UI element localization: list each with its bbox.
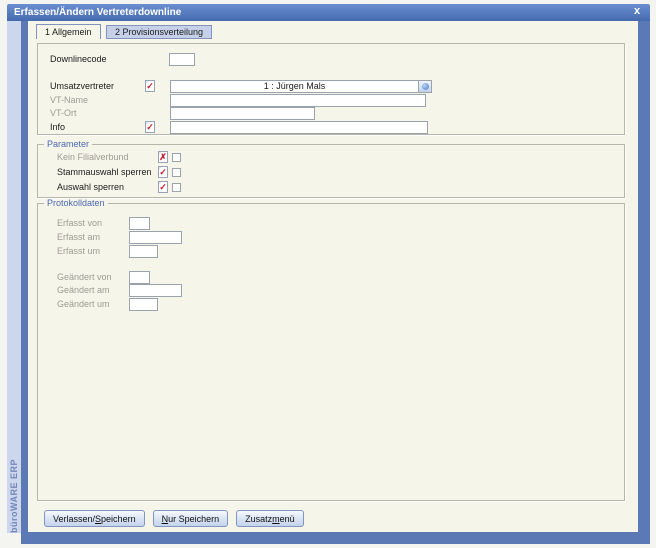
umsatzvertreter-combobox[interactable]: 1 : Jürgen Mals bbox=[170, 80, 432, 93]
dropdown-button[interactable] bbox=[418, 81, 431, 92]
erfasst-um-input[interactable] bbox=[129, 245, 158, 258]
kein-filialverbund-label: Kein Filialverbund bbox=[57, 152, 129, 163]
geaendert-am-label: Geändert am bbox=[57, 285, 110, 296]
tab-allgemein[interactable]: 1 Allgemein bbox=[36, 24, 101, 39]
field-mark-icon[interactable]: ✓ bbox=[145, 80, 155, 92]
umsatzvertreter-value: 1 : Jürgen Mals bbox=[171, 81, 418, 92]
button-row: Verlassen/Speichern Nur Speichern Zusatz… bbox=[44, 510, 304, 527]
info-label: Info bbox=[50, 122, 65, 133]
verlassen-speichern-button[interactable]: Verlassen/Speichern bbox=[44, 510, 145, 527]
window-title: Erfassen/Ändern Vertreterdownline bbox=[14, 7, 181, 18]
vt-ort-label: VT-Ort bbox=[50, 108, 77, 119]
erfasst-von-label: Erfasst von bbox=[57, 218, 102, 229]
field-mark-icon[interactable]: ✓ bbox=[145, 121, 155, 133]
geaendert-von-input[interactable] bbox=[129, 271, 150, 284]
info-input[interactable] bbox=[170, 121, 428, 134]
stammauswahl-sperren-checkbox[interactable] bbox=[172, 168, 181, 177]
content-panel: 1 Allgemein 2 Provisionsverteilung Downl… bbox=[28, 21, 638, 532]
auswahl-sperren-checkbox[interactable] bbox=[172, 183, 181, 192]
umsatzvertreter-label: Umsatzvertreter bbox=[50, 81, 114, 92]
brand-sidebar: büroWARE ERP bbox=[7, 21, 21, 533]
brand-label: büroWARE ERP bbox=[9, 31, 19, 533]
groupbox-parameter: Parameter Kein Filialverbund ✗ Stammausw… bbox=[37, 144, 625, 198]
kein-filialverbund-checkbox[interactable] bbox=[172, 153, 181, 162]
nur-speichern-button[interactable]: Nur Speichern bbox=[153, 510, 229, 527]
stammauswahl-sperren-label: Stammauswahl sperren bbox=[57, 167, 152, 178]
close-icon[interactable]: x bbox=[631, 5, 643, 17]
dialog-window: Erfassen/Ändern Vertreterdownline x büro… bbox=[7, 4, 650, 544]
zusatzmenu-button[interactable]: Zusatzmenü bbox=[236, 510, 304, 527]
geaendert-von-label: Geändert von bbox=[57, 272, 112, 283]
red-check-mark-icon[interactable]: ✓ bbox=[158, 181, 168, 193]
button-label: ur Speichern bbox=[168, 514, 219, 524]
erfasst-am-label: Erfasst am bbox=[57, 232, 100, 243]
geaendert-um-label: Geändert um bbox=[57, 299, 110, 310]
tab-provisionsverteilung[interactable]: 2 Provisionsverteilung bbox=[106, 25, 212, 39]
geaendert-am-input[interactable] bbox=[129, 284, 182, 297]
title-bar: Erfassen/Ändern Vertreterdownline x bbox=[7, 4, 650, 21]
window-frame: 1 Allgemein 2 Provisionsverteilung Downl… bbox=[21, 21, 650, 544]
vt-name-input[interactable] bbox=[170, 94, 426, 107]
erfasst-von-input[interactable] bbox=[129, 217, 150, 230]
red-x-mark-icon[interactable]: ✗ bbox=[158, 151, 168, 163]
button-label: enü bbox=[280, 514, 295, 524]
erfasst-am-input[interactable] bbox=[129, 231, 182, 244]
groupbox-protokolldaten: Protokolldaten Erfasst von Erfasst am Er… bbox=[37, 203, 625, 501]
button-label: Zusatz bbox=[245, 514, 272, 524]
red-check-mark-icon[interactable]: ✓ bbox=[158, 166, 168, 178]
groupbox-main: Downlinecode Umsatzvertreter ✓ 1 : Jürge… bbox=[37, 43, 625, 135]
downlinecode-input[interactable] bbox=[169, 53, 195, 66]
vt-ort-input[interactable] bbox=[170, 107, 315, 120]
parameter-legend: Parameter bbox=[44, 140, 92, 149]
dropdown-dot-icon bbox=[422, 83, 429, 90]
button-label: Verlassen/ bbox=[53, 514, 95, 524]
downlinecode-label: Downlinecode bbox=[50, 54, 107, 65]
erfasst-um-label: Erfasst um bbox=[57, 246, 100, 257]
button-accel: m bbox=[272, 514, 280, 524]
geaendert-um-input[interactable] bbox=[129, 298, 158, 311]
vt-name-label: VT-Name bbox=[50, 95, 88, 106]
auswahl-sperren-label: Auswahl sperren bbox=[57, 182, 124, 193]
button-label: peichern bbox=[101, 514, 136, 524]
protokolldaten-legend: Protokolldaten bbox=[44, 199, 108, 208]
